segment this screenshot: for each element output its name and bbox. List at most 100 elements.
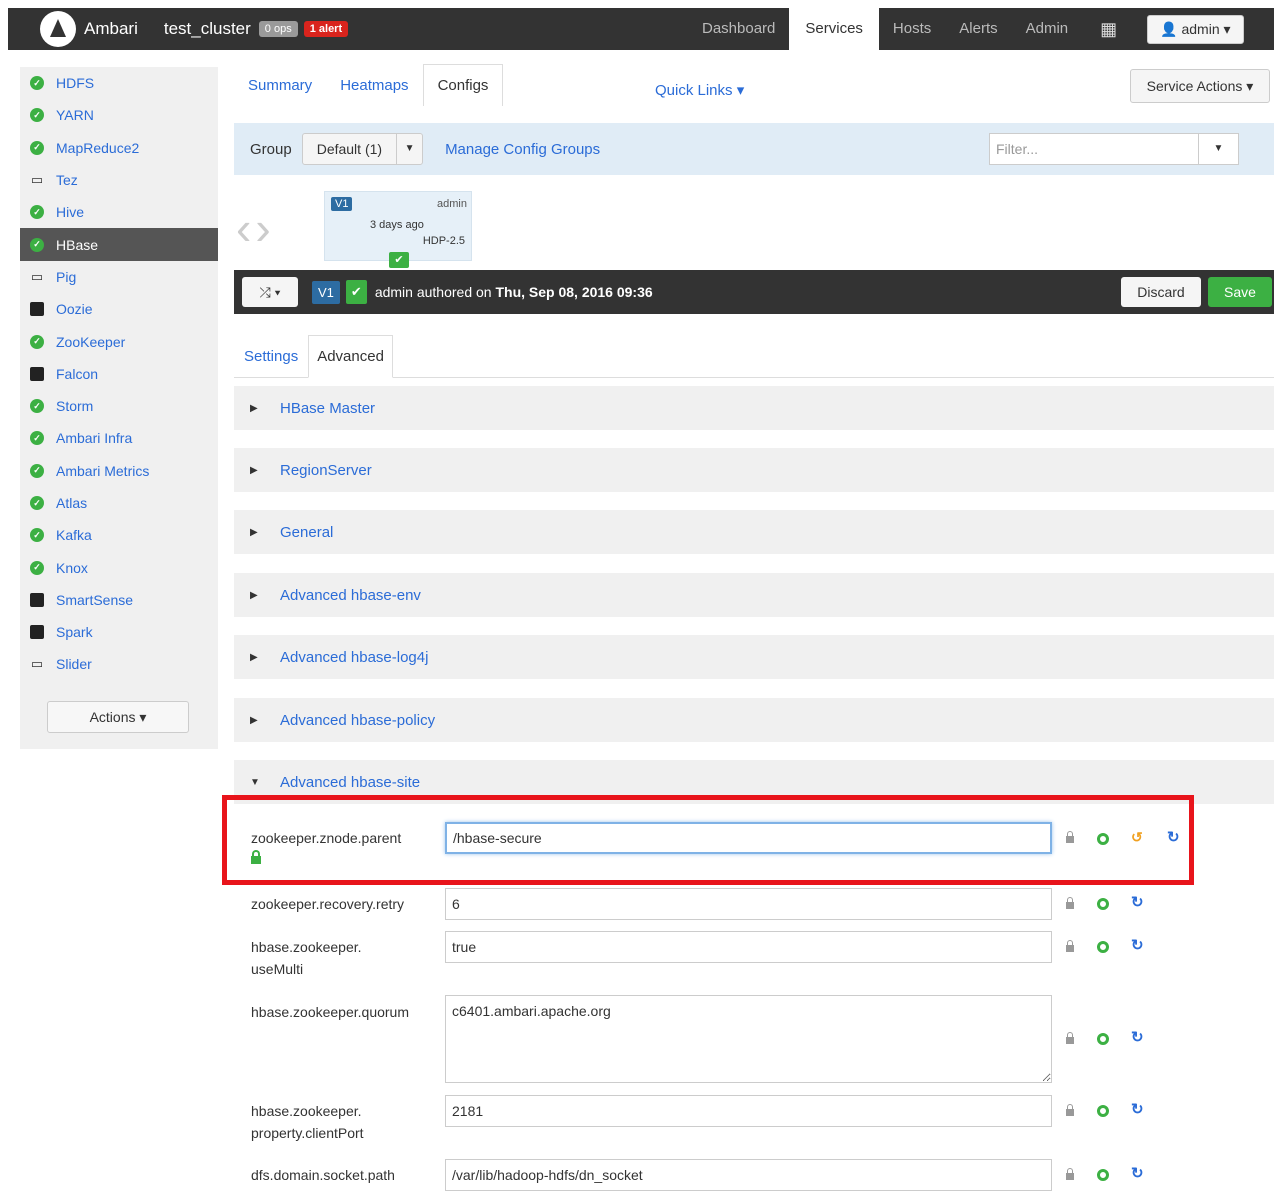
override-icon[interactable] <box>1097 1033 1109 1045</box>
ops-badge[interactable]: 0 ops <box>258 21 298 37</box>
sidebar-item-ambari-metrics[interactable]: Ambari Metrics <box>20 455 218 487</box>
nav-dashboard[interactable]: Dashboard <box>688 8 789 50</box>
lock-icon[interactable] <box>1066 940 1074 955</box>
cluster-name[interactable]: test_cluster <box>164 19 251 39</box>
lock-icon[interactable] <box>1066 1168 1074 1183</box>
service-actions-button[interactable]: Service Actions ▾ <box>1130 69 1270 103</box>
sidebar-item-label[interactable]: Tez <box>56 172 78 188</box>
chevron-left-icon[interactable]: ‹ <box>236 202 255 254</box>
domain-socket-path-input[interactable] <box>445 1159 1052 1191</box>
sidebar-item-storm[interactable]: Storm <box>20 390 218 422</box>
recovery-retry-input[interactable] <box>445 888 1052 920</box>
section-title[interactable]: General <box>280 524 333 541</box>
sidebar-item-pig[interactable]: Pig <box>20 261 218 293</box>
sidebar-item-label[interactable]: MapReduce2 <box>56 140 139 156</box>
tab-summary[interactable]: Summary <box>234 77 326 106</box>
section-title[interactable]: Advanced hbase-env <box>280 587 421 604</box>
sidebar-item-label[interactable]: ZooKeeper <box>56 334 125 350</box>
lock-icon[interactable] <box>1066 897 1074 912</box>
sidebar-item-label[interactable]: HDFS <box>56 75 94 91</box>
sidebar-item-oozie[interactable]: Oozie <box>20 293 218 325</box>
refresh-default-icon[interactable]: ↻ <box>1131 1028 1144 1046</box>
version-nav-arrows[interactable]: ‹› <box>236 205 275 251</box>
save-button[interactable]: Save <box>1208 277 1272 307</box>
filter-input[interactable]: Filter... ▼ <box>989 133 1239 165</box>
override-icon[interactable] <box>1097 941 1109 953</box>
sidebar-item-label[interactable]: Slider <box>56 656 92 672</box>
sidebar-item-knox[interactable]: Knox <box>20 551 218 583</box>
sidebar-item-label[interactable]: Ambari Metrics <box>56 463 149 479</box>
sidebar-item-falcon[interactable]: Falcon <box>20 358 218 390</box>
section-title[interactable]: HBase Master <box>280 400 375 417</box>
section-advanced-hbase-policy[interactable]: ▶ Advanced hbase-policy <box>234 698 1274 742</box>
sidebar-item-label[interactable]: Pig <box>56 269 76 285</box>
sidebar-item-label[interactable]: Kafka <box>56 527 92 543</box>
sidebar-item-hbase[interactable]: HBase <box>20 228 218 261</box>
compare-shuffle-button[interactable]: ⤮ ▾ <box>242 277 298 307</box>
refresh-default-icon[interactable]: ↻ <box>1131 893 1144 911</box>
sidebar-item-label[interactable]: Oozie <box>56 301 93 317</box>
views-grid-icon[interactable]: ▦ <box>1082 19 1135 40</box>
subtab-advanced[interactable]: Advanced <box>308 335 393 378</box>
sidebar-item-spark[interactable]: Spark <box>20 616 218 648</box>
manage-config-groups-link[interactable]: Manage Config Groups <box>445 141 600 158</box>
alert-badge[interactable]: 1 alert <box>303 21 349 37</box>
section-regionserver[interactable]: ▶ RegionServer <box>234 448 1274 492</box>
section-hbase-master[interactable]: ▶ HBase Master <box>234 386 1274 430</box>
chevron-right-icon[interactable]: › <box>255 202 274 254</box>
use-multi-input[interactable] <box>445 931 1052 963</box>
section-title[interactable]: Advanced hbase-site <box>280 774 420 791</box>
lock-icon[interactable] <box>1066 1032 1074 1047</box>
sidebar-item-label[interactable]: Falcon <box>56 366 98 382</box>
refresh-default-icon[interactable]: ↻ <box>1131 936 1144 954</box>
override-icon[interactable] <box>1097 1169 1109 1181</box>
override-icon[interactable] <box>1097 1105 1109 1117</box>
sidebar-item-slider[interactable]: Slider <box>20 648 218 680</box>
lock-icon[interactable] <box>1066 1104 1074 1119</box>
sidebar-item-label[interactable]: Atlas <box>56 495 87 511</box>
sidebar-item-smartsense[interactable]: SmartSense <box>20 584 218 616</box>
sidebar-item-tez[interactable]: Tez <box>20 164 218 196</box>
refresh-default-icon[interactable]: ↻ <box>1131 1164 1144 1182</box>
tab-heatmaps[interactable]: Heatmaps <box>326 77 422 106</box>
discard-button[interactable]: Discard <box>1121 277 1201 307</box>
version-card[interactable]: V1 admin 3 days ago HDP-2.5 ✔ <box>324 191 472 268</box>
section-advanced-hbase-env[interactable]: ▶ Advanced hbase-env <box>234 573 1274 617</box>
client-port-input[interactable] <box>445 1095 1052 1127</box>
sidebar-item-kafka[interactable]: Kafka <box>20 519 218 551</box>
sidebar-item-yarn[interactable]: YARN <box>20 99 218 131</box>
section-title[interactable]: Advanced hbase-policy <box>280 712 435 729</box>
config-group-select[interactable]: Default (1) ▼ <box>301 133 424 165</box>
sidebar-item-hive[interactable]: Hive <box>20 196 218 228</box>
section-title[interactable]: Advanced hbase-log4j <box>280 649 428 666</box>
tab-configs[interactable]: Configs <box>422 64 504 106</box>
sidebar-item-label[interactable]: Hive <box>56 204 84 220</box>
nav-alerts[interactable]: Alerts <box>945 8 1011 50</box>
quick-links-dropdown[interactable]: Quick Links ▾ <box>655 81 744 99</box>
filter-chevron-down-icon[interactable]: ▼ <box>1198 134 1238 164</box>
ambari-logo-icon[interactable] <box>40 11 76 47</box>
config-group-value[interactable]: Default (1) <box>303 141 396 157</box>
filter-placeholder[interactable]: Filter... <box>990 141 1198 157</box>
section-title[interactable]: RegionServer <box>280 462 372 479</box>
sidebar-item-label[interactable]: Storm <box>56 398 93 414</box>
zookeeper-quorum-textarea[interactable]: c6401.ambari.apache.org <box>445 995 1052 1083</box>
sidebar-item-label[interactable]: YARN <box>56 107 94 123</box>
nav-admin[interactable]: Admin <box>1012 8 1083 50</box>
sidebar-item-label[interactable]: Spark <box>56 624 93 640</box>
section-general[interactable]: ▶ General <box>234 510 1274 554</box>
actions-button[interactable]: Actions ▾ <box>47 701 189 733</box>
sidebar-item-atlas[interactable]: Atlas <box>20 487 218 519</box>
sidebar-item-mapreduce2[interactable]: MapReduce2 <box>20 132 218 164</box>
sidebar-item-label[interactable]: Knox <box>56 560 88 576</box>
chevron-down-icon[interactable]: ▼ <box>396 134 422 164</box>
sidebar-item-hdfs[interactable]: HDFS <box>20 67 218 99</box>
nav-hosts[interactable]: Hosts <box>879 8 945 50</box>
sidebar-item-label[interactable]: HBase <box>56 237 98 253</box>
sidebar-item-ambari-infra[interactable]: Ambari Infra <box>20 422 218 454</box>
nav-services[interactable]: Services <box>789 8 879 50</box>
subtab-settings[interactable]: Settings <box>234 348 308 377</box>
sidebar-item-label[interactable]: SmartSense <box>56 592 133 608</box>
override-icon[interactable] <box>1097 898 1109 910</box>
brand-name[interactable]: Ambari <box>84 19 138 39</box>
